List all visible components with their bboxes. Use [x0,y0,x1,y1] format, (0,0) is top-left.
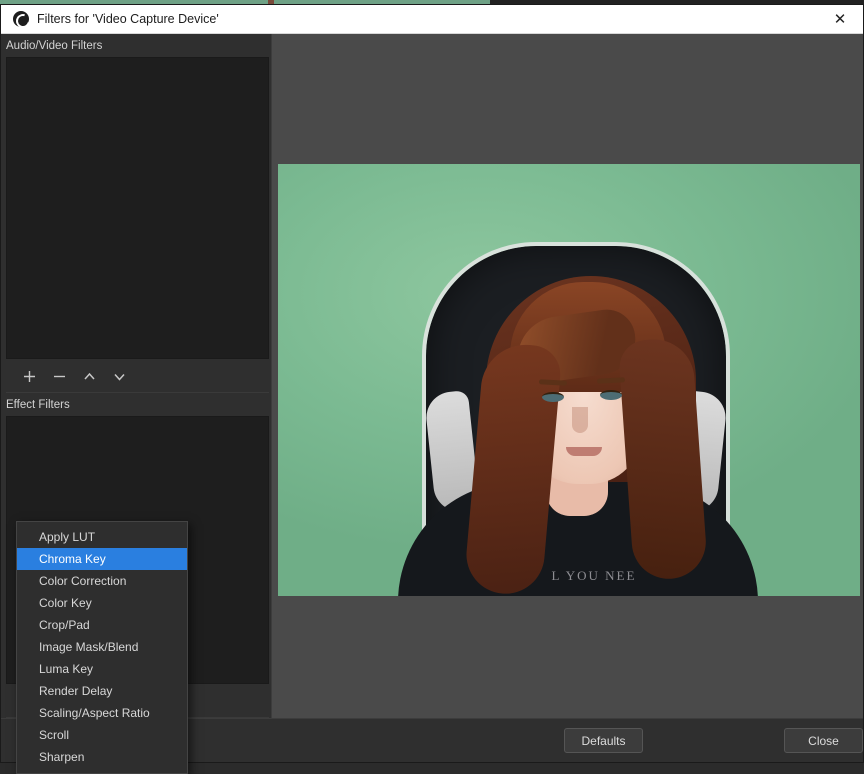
menu-item-sharpen[interactable]: Sharpen [17,746,187,768]
menu-item-label: Sharpen [39,750,85,764]
menu-item-label: Color Correction [39,574,127,588]
add-filter-context-menu[interactable]: Apply LUT Chroma Key Color Correction Color… [16,521,188,774]
shirt-text: L YOU NEE [551,568,637,583]
titlebar-close-button[interactable]: ✕ [817,5,863,33]
menu-item-render-delay[interactable]: Render Delay [17,680,187,702]
menu-item-chroma-key[interactable]: Chroma Key [17,548,187,570]
audio-video-filters-label: Audio/Video Filters [6,40,103,52]
menu-item-label: Image Mask/Blend [39,640,139,654]
person-eye-right [600,390,622,400]
dialog-body: Audio/Video Filters Effect Filters L YOU… [1,34,863,774]
person-eye-left [542,392,564,402]
defaults-button[interactable]: Defaults [564,728,643,753]
menu-item-label: Chroma Key [39,552,106,566]
effect-filters-label: Effect Filters [6,399,70,411]
filter-preview-pane: L YOU NEE [272,34,863,718]
close-button[interactable]: Close [784,728,863,753]
audio-video-filters-list[interactable] [6,57,269,359]
menu-item-label: Color Key [39,596,92,610]
menu-item-color-correction[interactable]: Color Correction [17,570,187,592]
menu-item-label: Crop/Pad [39,618,90,632]
remove-audio-video-filter-button[interactable] [46,365,72,389]
video-preview: L YOU NEE [278,164,860,596]
menu-item-label: Apply LUT [39,530,96,544]
menu-item-label: Render Delay [39,684,113,698]
menu-item-crop-pad[interactable]: Crop/Pad [17,614,187,636]
menu-item-apply-lut[interactable]: Apply LUT [17,526,187,548]
menu-item-label: Scroll [39,728,70,742]
filters-dialog: Filters for 'Video Capture Device' ✕ Aud… [0,4,864,774]
menu-item-color-key[interactable]: Color Key [17,592,187,614]
move-filter-up-button[interactable] [76,365,102,389]
move-filter-down-button[interactable] [106,365,132,389]
add-audio-video-filter-button[interactable] [16,365,42,389]
menu-item-luma-key[interactable]: Luma Key [17,658,187,680]
dialog-title-bar: Filters for 'Video Capture Device' ✕ [1,5,863,34]
person-mouth [566,447,602,456]
close-icon: ✕ [833,10,847,28]
menu-item-image-mask-blend[interactable]: Image Mask/Blend [17,636,187,658]
dialog-title: Filters for 'Video Capture Device' [37,12,219,26]
person-nose [572,407,588,433]
menu-item-scaling-aspect-ratio[interactable]: Scaling/Aspect Ratio [17,702,187,724]
menu-item-label: Luma Key [39,662,94,676]
menu-item-scroll[interactable]: Scroll [17,724,187,746]
audio-video-filters-toolbar [6,361,269,393]
obs-logo-icon [13,11,29,27]
menu-item-label: Scaling/Aspect Ratio [39,706,150,720]
